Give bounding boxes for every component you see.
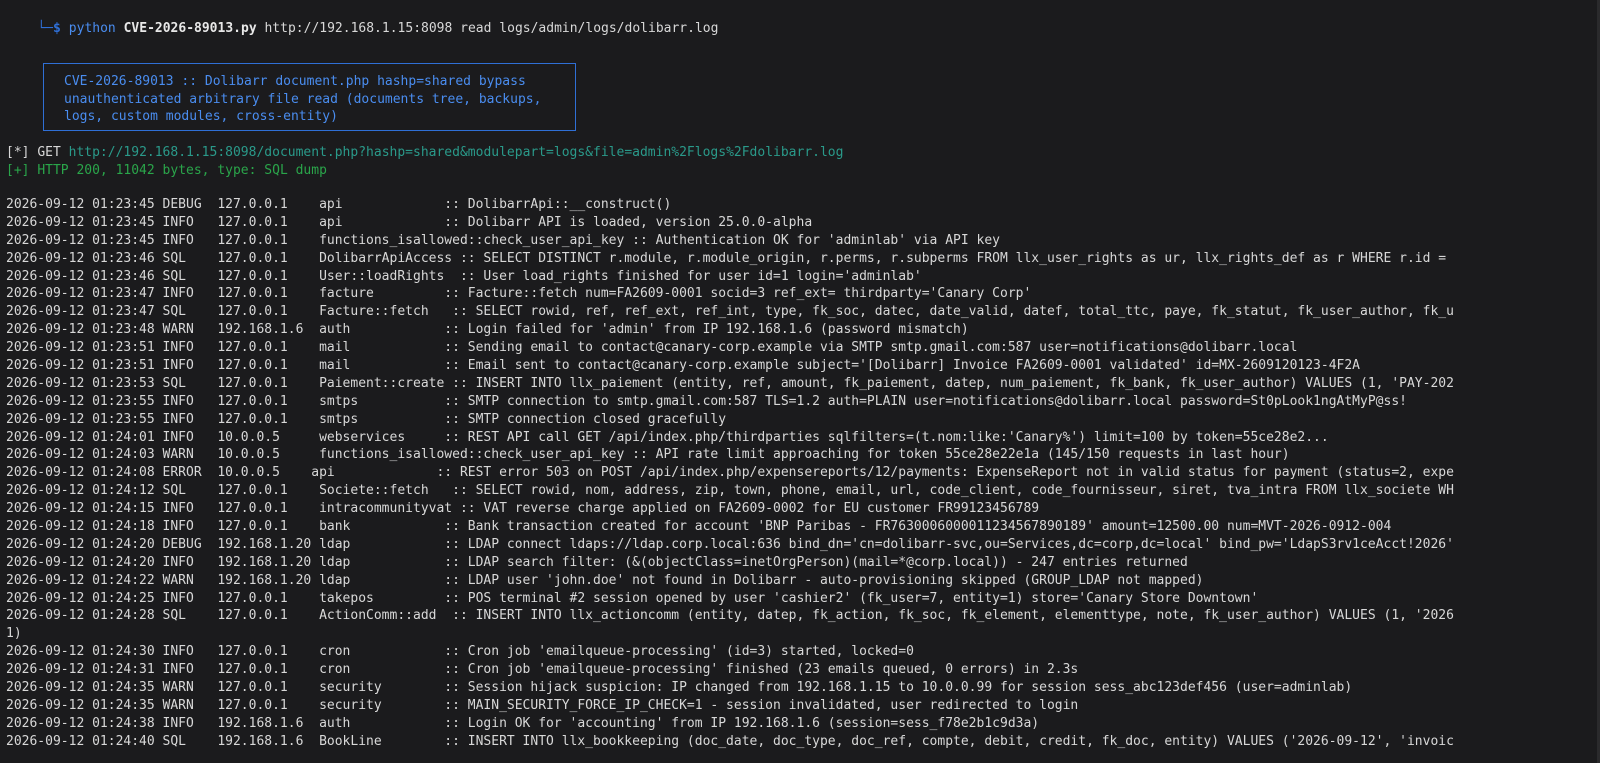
log-output[interactable]: 2026-09-12 01:23:45 DEBUG 127.0.0.1 api … [6, 196, 1600, 751]
log-line: 2026-09-12 01:24:01 INFO 10.0.0.5 webser… [6, 429, 1329, 445]
request-status: [*] GET http://192.168.1.15:8098/documen… [6, 144, 843, 180]
banner-line: unauthenticated arbitrary file read (doc… [64, 91, 542, 107]
log-line: 2026-09-12 01:24:22 WARN 192.168.1.20 ld… [6, 572, 1204, 588]
log-line: 2026-09-12 01:23:55 INFO 127.0.0.1 smtps… [6, 411, 727, 427]
success-tag: [+] [6, 163, 30, 178]
log-line: 2026-09-12 01:24:15 INFO 127.0.0.1 intra… [6, 501, 1040, 517]
log-line: 2026-09-12 01:23:55 INFO 127.0.0.1 smtps… [6, 393, 1407, 409]
log-line: 2026-09-12 01:23:45 INFO 127.0.0.1 funct… [6, 232, 1000, 248]
log-line: 2026-09-12 01:24:35 WARN 127.0.0.1 secur… [6, 680, 1353, 696]
log-line: 2026-09-12 01:24:30 INFO 127.0.0.1 cron … [6, 644, 914, 660]
log-line: 2026-09-12 01:24:38 INFO 192.168.1.6 aut… [6, 715, 1040, 731]
get-request-line: [*] GET http://192.168.1.15:8098/documen… [6, 144, 843, 162]
banner-line: CVE-2026-89013 :: Dolibarr document.php … [64, 74, 526, 89]
log-line: 2026-09-12 01:24:12 SQL 127.0.0.1 Societ… [6, 483, 1454, 499]
log-line: 2026-09-12 01:23:46 SQL 127.0.0.1 User::… [6, 268, 922, 284]
log-line: 2026-09-12 01:23:51 INFO 127.0.0.1 mail … [6, 358, 1361, 374]
command-script-name: CVE-2026-89013.py [123, 21, 257, 36]
log-line: 2026-09-12 01:23:47 INFO 127.0.0.1 factu… [6, 286, 1032, 302]
response-line: [+] HTTP 200, 11042 bytes, type: SQL dum… [6, 162, 843, 180]
log-line: 2026-09-12 01:23:48 WARN 192.168.1.6 aut… [6, 322, 969, 338]
http-method: GET [37, 145, 61, 160]
log-line: 2026-09-12 01:24:18 INFO 127.0.0.1 bank … [6, 519, 1392, 535]
log-line: 2026-09-12 01:23:53 SQL 127.0.0.1 Paieme… [6, 375, 1454, 391]
log-line: 2026-09-12 01:24:08 ERROR 10.0.0.5 api :… [6, 465, 1454, 481]
log-line: 2026-09-12 01:24:20 DEBUG 192.168.1.20 l… [6, 536, 1454, 552]
command-python: python [68, 21, 116, 36]
exploit-banner: CVE-2026-89013 :: Dolibarr document.php … [43, 63, 576, 131]
info-tag: [*] [6, 145, 30, 160]
response-summary: HTTP 200, 11042 bytes, type: SQL dump [37, 163, 327, 178]
log-line: 2026-09-12 01:23:51 INFO 127.0.0.1 mail … [6, 340, 1298, 356]
log-line: 2026-09-12 01:24:03 WARN 10.0.0.5 functi… [6, 447, 1290, 463]
command-prompt-line: └─$ python CVE-2026-89013.py http://192.1… [6, 2, 718, 36]
log-line: 2026-09-12 01:24:28 SQL 127.0.0.1 Action… [6, 608, 1454, 624]
banner-line: logs, custom modules, cross-entity) [64, 109, 338, 124]
log-line: 2026-09-12 01:23:46 SQL 127.0.0.1 Doliba… [6, 250, 1447, 266]
request-url[interactable]: http://192.168.1.15:8098/document.php?ha… [69, 145, 844, 160]
prompt-dollar-sign: $ [52, 21, 61, 36]
log-line: 2026-09-12 01:24:35 WARN 127.0.0.1 secur… [6, 697, 1079, 713]
log-line: 1) [6, 626, 22, 642]
log-line: 2026-09-12 01:24:20 INFO 192.168.1.20 ld… [6, 554, 1188, 570]
prompt-corner-glyph: └─ [37, 21, 53, 36]
log-line: 2026-09-12 01:23:45 INFO 127.0.0.1 api :… [6, 214, 813, 230]
terminal-window[interactable]: └─$ python CVE-2026-89013.py http://192.1… [0, 0, 1600, 763]
log-line: 2026-09-12 01:24:40 SQL 192.168.1.6 Book… [6, 733, 1454, 749]
log-line: 2026-09-12 01:23:47 SQL 127.0.0.1 Factur… [6, 304, 1454, 320]
log-line: 2026-09-12 01:24:25 INFO 127.0.0.1 takep… [6, 590, 1259, 606]
log-line: 2026-09-12 01:24:31 INFO 127.0.0.1 cron … [6, 662, 1079, 678]
command-arguments: http://192.168.1.15:8098 read logs/admin… [264, 21, 719, 36]
log-line: 2026-09-12 01:23:45 DEBUG 127.0.0.1 api … [6, 197, 672, 212]
